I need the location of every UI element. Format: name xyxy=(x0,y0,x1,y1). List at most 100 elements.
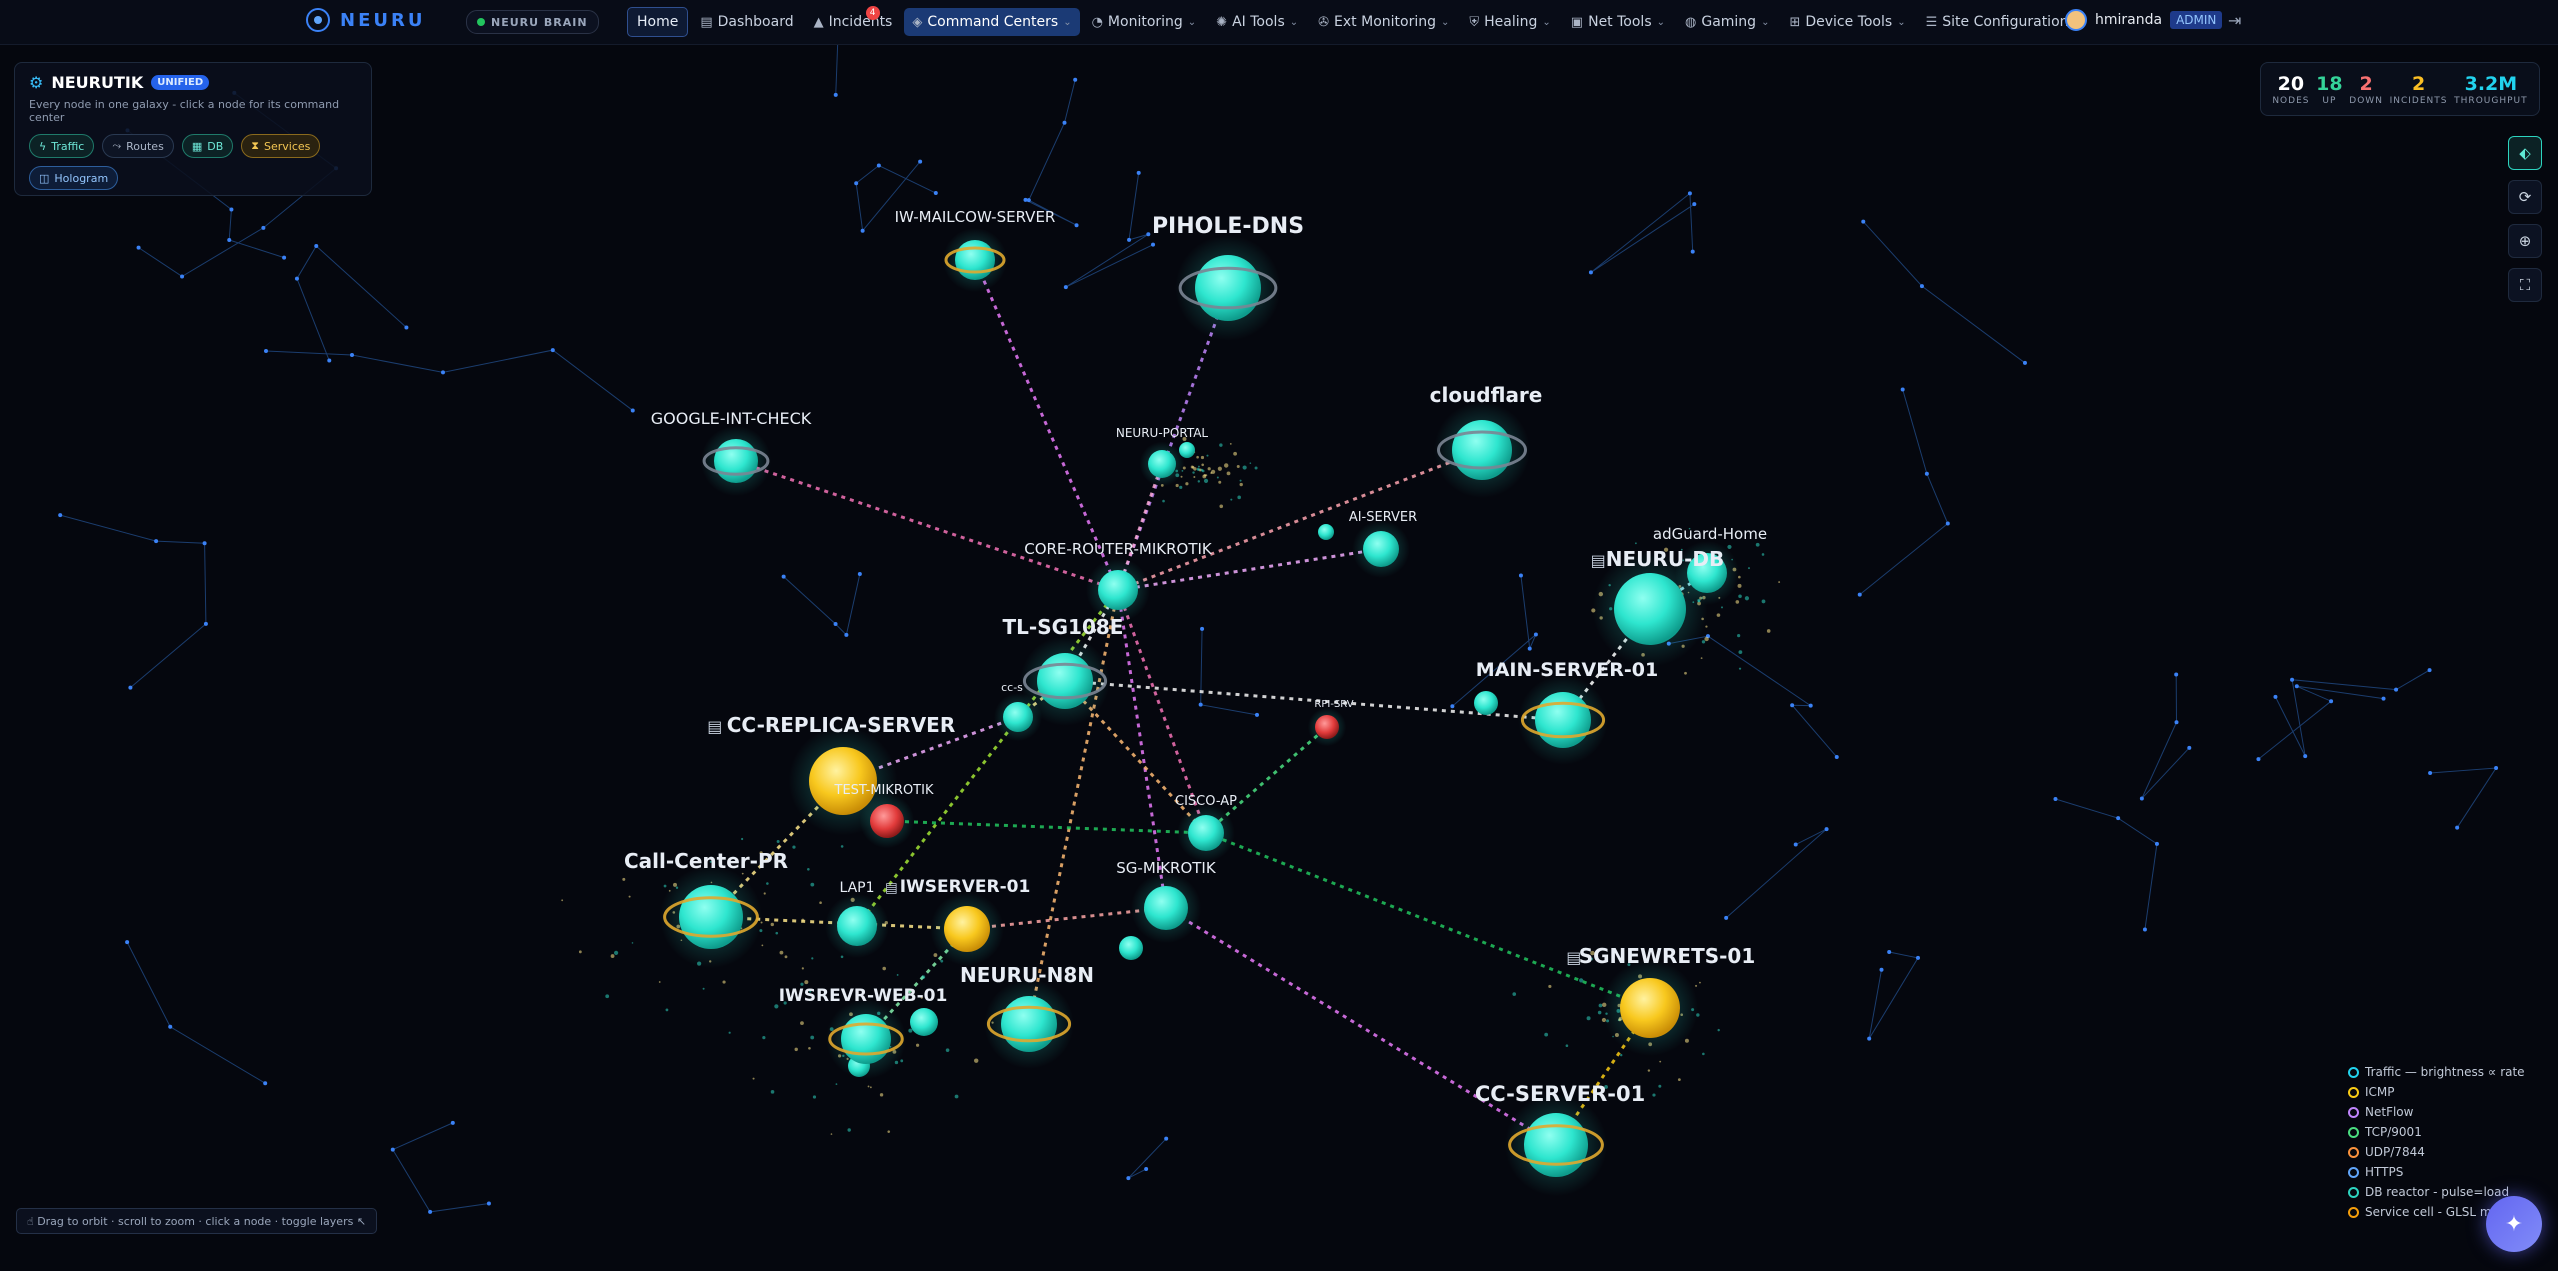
star xyxy=(2022,360,2027,365)
brand[interactable]: NEURU xyxy=(306,8,425,32)
node-sphere[interactable] xyxy=(1452,420,1512,480)
target-button[interactable]: ⊕ xyxy=(2508,224,2542,258)
node-cisco-ap[interactable]: CISCO-AP xyxy=(1175,794,1237,862)
nav-dashboard[interactable]: ▤ Dashboard xyxy=(692,8,801,36)
node-sphere[interactable] xyxy=(1620,978,1680,1038)
particle xyxy=(1512,992,1517,996)
link-sg-mikrotik-cc-server xyxy=(1165,906,1557,1147)
toggle-db[interactable]: ▦ DB xyxy=(181,134,234,158)
magic-wand-button[interactable]: ✦ xyxy=(2486,1196,2542,1252)
node-core[interactable]: CORE-ROUTER-MIKROTIK xyxy=(1024,540,1213,622)
node-sphere[interactable] xyxy=(1001,996,1057,1052)
nav-incidents[interactable]: ▲ Incidents 4 xyxy=(806,6,901,36)
server-icon: ▤ xyxy=(1591,551,1606,570)
node-sphere[interactable] xyxy=(837,906,877,946)
node-sphere[interactable] xyxy=(1098,570,1138,610)
stat-value: 2 xyxy=(2411,72,2426,95)
toggle-hologram[interactable]: ◫ Hologram xyxy=(29,166,119,190)
logout-icon[interactable]: ⇥ xyxy=(2228,11,2241,30)
nav-healing[interactable]: ⛨ Healing ⌄ xyxy=(1461,8,1558,36)
particle xyxy=(940,959,944,963)
node-cc-replica[interactable]: ▤ CC-REPLICA-SERVER xyxy=(707,713,955,836)
node-sphere[interactable] xyxy=(1535,692,1591,748)
star xyxy=(227,237,232,242)
particle xyxy=(794,1047,798,1052)
satellite-node[interactable] xyxy=(1119,936,1143,960)
star xyxy=(1690,249,1695,254)
neuru-brain-status[interactable]: NEURU BRAIN xyxy=(466,10,599,34)
toggle-routes[interactable]: ⤳ Routes xyxy=(102,134,174,158)
node-sphere[interactable] xyxy=(1195,255,1261,321)
nav-device-tools[interactable]: ⊞ Device Tools ⌄ xyxy=(1781,8,1913,36)
node-neuru-n8n[interactable]: NEURU-N8N xyxy=(960,963,1094,1069)
satellite-node[interactable] xyxy=(910,1008,938,1036)
star xyxy=(1198,702,1203,707)
fullscreen-button[interactable]: ⛶ xyxy=(2508,268,2542,302)
nav-label: Command Centers xyxy=(927,14,1059,30)
node-lap1[interactable]: LAP1 xyxy=(825,880,889,958)
node-sphere[interactable] xyxy=(1148,450,1176,478)
nav-net-tools[interactable]: ▣ Net Tools ⌄ xyxy=(1563,8,1673,36)
toggle-label: Services xyxy=(263,139,311,153)
star xyxy=(1790,703,1795,708)
node-sgnewrets[interactable]: ▤SGNEWRETS-01 xyxy=(1566,944,1755,1056)
nav-ai-tools[interactable]: ✺ AI Tools ⌄ xyxy=(1208,8,1306,36)
node-sphere[interactable] xyxy=(1524,1113,1588,1177)
particle xyxy=(1701,640,1706,644)
node-main-server[interactable]: MAIN-SERVER-01 xyxy=(1476,659,1658,765)
node-sphere[interactable] xyxy=(1003,702,1033,732)
constellation-line xyxy=(1862,221,2026,364)
node-google[interactable]: GOOGLE-INT-CHECK xyxy=(651,409,812,497)
node-iwserver[interactable]: ▤ IWSERVER-01 xyxy=(885,877,1030,966)
node-sphere[interactable] xyxy=(944,906,990,952)
node-sphere[interactable] xyxy=(1144,886,1188,930)
node-sg-mikrotik[interactable]: SG-MIKROTIK xyxy=(1116,859,1217,944)
node-sphere[interactable] xyxy=(1315,715,1339,739)
satellite-node[interactable] xyxy=(1318,524,1334,540)
node-iw-mailcow[interactable]: IW-MAILCOW-SERVER xyxy=(895,208,1056,292)
node-pihole[interactable]: PIHOLE-DNS xyxy=(1152,214,1304,341)
nav-label: AI Tools xyxy=(1232,14,1285,30)
nav-gaming[interactable]: ◍ Gaming ⌄ xyxy=(1677,8,1777,36)
topology-galaxy[interactable]: IW-MAILCOW-SERVER PIHOLE-DNS GOOGLE-INT-CH… xyxy=(0,0,2558,1271)
star xyxy=(1164,1136,1169,1141)
node-sphere[interactable] xyxy=(679,885,743,949)
star xyxy=(1857,592,1862,597)
tag-button[interactable]: ⬖ xyxy=(2508,136,2542,170)
nav-command-centers[interactable]: ◈ Command Centers ⌄ xyxy=(904,8,1080,36)
toggle-traffic[interactable]: ϟ Traffic xyxy=(29,134,95,158)
node-sphere[interactable] xyxy=(955,240,995,280)
node-sphere[interactable] xyxy=(870,804,904,838)
node-rpi[interactable]: RPI-SRV xyxy=(1307,699,1354,747)
chevron-down-icon: ⌄ xyxy=(1440,16,1450,28)
node-sphere[interactable] xyxy=(714,439,758,483)
toggle-services[interactable]: ⧗ Services xyxy=(241,134,321,158)
particle xyxy=(775,931,779,935)
node-sphere[interactable] xyxy=(1037,653,1093,709)
star xyxy=(1900,387,1905,392)
node-sphere[interactable] xyxy=(1363,531,1399,567)
node-sphere[interactable] xyxy=(1614,573,1686,645)
star xyxy=(2381,696,2386,701)
star xyxy=(876,163,881,168)
node-ai-server[interactable]: AI-SERVER xyxy=(1349,510,1417,578)
star xyxy=(1144,1167,1149,1172)
node-sphere[interactable] xyxy=(1188,815,1224,851)
particle xyxy=(1203,474,1207,477)
refresh-button[interactable]: ⟳ xyxy=(2508,180,2542,214)
nav-monitoring[interactable]: ◔ Monitoring ⌄ xyxy=(1084,8,1205,36)
nav-home[interactable]: Home xyxy=(627,7,689,37)
node-sphere[interactable] xyxy=(841,1014,891,1064)
star xyxy=(450,1120,455,1125)
node-cc-server[interactable]: CC-SERVER-01 xyxy=(1475,1082,1645,1197)
nav-ext-monitoring[interactable]: ✇ Ext Monitoring ⌄ xyxy=(1310,8,1457,36)
star xyxy=(1924,471,1929,476)
particle xyxy=(605,994,610,999)
node-cloudflare[interactable]: cloudflare xyxy=(1430,383,1543,498)
satellite-node[interactable] xyxy=(1474,691,1498,715)
stat-value: 3.2M xyxy=(2464,72,2518,95)
node-neuru-db[interactable]: ▤ NEURU-DB xyxy=(1591,547,1725,667)
node-call-center[interactable]: Call-Center-PR xyxy=(624,849,788,969)
user-menu[interactable]: hmiranda ADMIN xyxy=(2065,9,2223,31)
particle xyxy=(1193,475,1196,478)
